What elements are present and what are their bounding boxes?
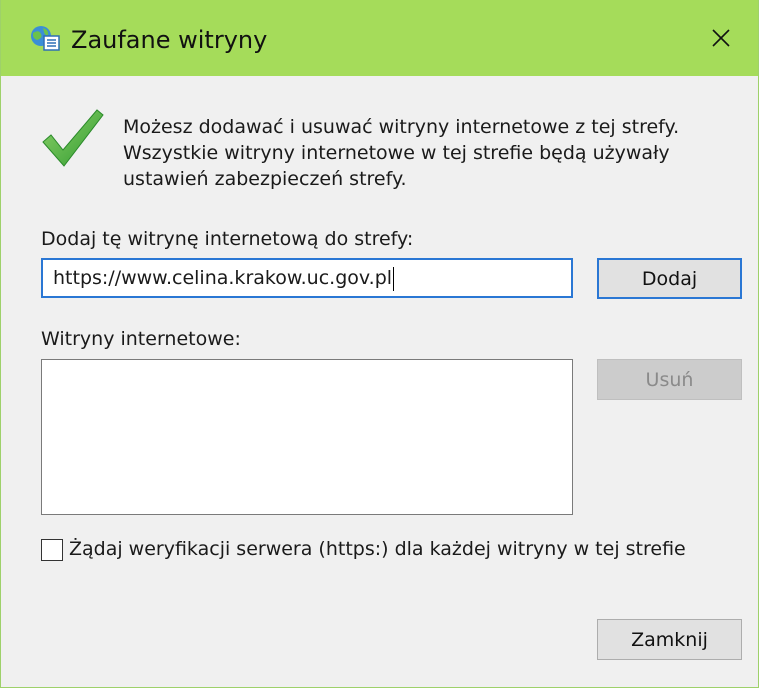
window-title: Zaufane witryny: [71, 26, 268, 54]
checkmark-icon: [42, 109, 104, 167]
sites-listbox[interactable]: [41, 359, 573, 515]
sites-list-label: Witryny internetowe:: [41, 328, 241, 350]
info-line-3: ustawień zabezpieczeń strefy.: [123, 168, 407, 190]
remove-button[interactable]: Usuń: [597, 359, 742, 400]
title-bar[interactable]: Zaufane witryny: [1, 0, 758, 76]
close-button[interactable]: [684, 0, 758, 76]
info-line-1: Możesz dodawać i usuwać witryny internet…: [123, 116, 680, 138]
zone-info-text: Możesz dodawać i usuwać witryny internet…: [123, 114, 723, 192]
require-verification-checkbox[interactable]: [41, 539, 63, 561]
add-site-label: Dodaj tę witrynę internetową do strefy:: [41, 228, 414, 250]
close-icon: [712, 29, 730, 47]
info-line-2: Wszystkie witryny internetowe w tej stre…: [123, 142, 670, 164]
site-url-input[interactable]: https://www.celina.krakow.uc.gov.pl: [41, 258, 573, 298]
dialog-body: Możesz dodawać i usuwać witryny internet…: [1, 76, 758, 687]
site-url-value: https://www.celina.krakow.uc.gov.pl: [53, 267, 393, 289]
text-caret: [393, 266, 395, 291]
close-dialog-button[interactable]: Zamknij: [597, 619, 742, 660]
add-button[interactable]: Dodaj: [597, 258, 742, 299]
trusted-sites-dialog: Zaufane witryny Możesz dodawać i usuwać …: [0, 0, 759, 688]
require-verification-label[interactable]: Żądaj weryfikacji serwera (https:) dla k…: [69, 538, 686, 560]
zone-globe-icon: [31, 26, 60, 51]
